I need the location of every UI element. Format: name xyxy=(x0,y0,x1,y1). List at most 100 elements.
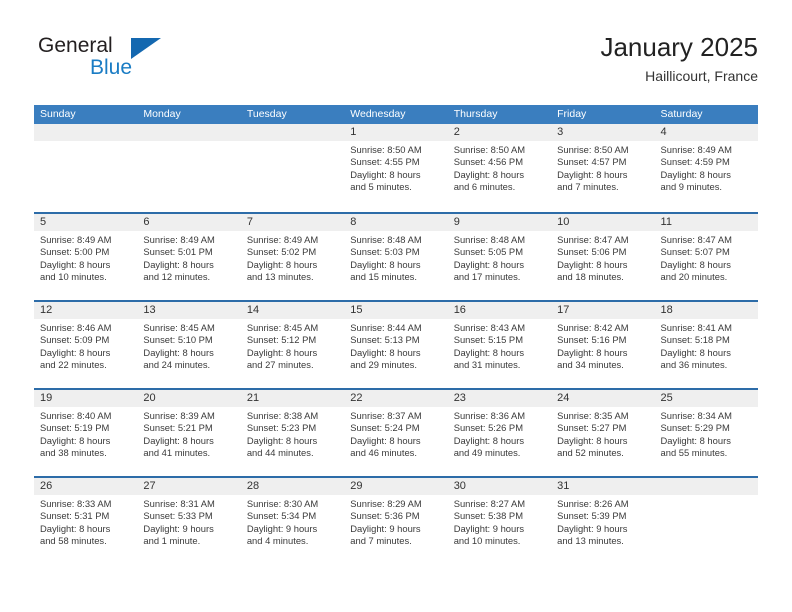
sunrise-text: Sunrise: 8:42 AM xyxy=(557,322,629,333)
day-number-band: 8 xyxy=(344,214,448,231)
day-number-band: 15 xyxy=(344,302,448,319)
day-number: 23 xyxy=(453,392,466,404)
day-cell-empty xyxy=(654,478,758,564)
week-row: 1 Sunrise: 8:50 AM Sunset: 4:55 PM Daylight… xyxy=(34,124,758,212)
day-cell-6[interactable]: 6 Sunrise: 8:49 AM Sunset: 5:01 PM Daylight… xyxy=(137,214,241,300)
day-number: 2 xyxy=(453,126,460,138)
daylight-text: Daylight: 8 hours xyxy=(453,258,525,270)
day-cell-empty xyxy=(137,124,241,212)
day-cell-9[interactable]: 9 Sunrise: 8:48 AM Sunset: 5:05 PM Daylight… xyxy=(447,214,552,300)
day-cell-31[interactable]: 31 Sunrise: 8:26 AM Sunset: 5:39 PM Dayligh… xyxy=(551,478,655,564)
day-number-band: 17 xyxy=(551,302,655,319)
day-cell-16[interactable]: 16 Sunrise: 8:43 AM Sunset: 5:15 PM Dayligh… xyxy=(447,302,552,388)
daylight-text-cont: and 46 minutes. xyxy=(350,447,417,459)
sunset-text: Sunset: 5:01 PM xyxy=(143,246,213,258)
day-number: 10 xyxy=(557,216,570,228)
day-cell-10[interactable]: 10 Sunrise: 8:47 AM Sunset: 5:06 PM Dayligh… xyxy=(551,214,655,300)
day-number-band: 14 xyxy=(240,302,345,319)
day-sun-info: Sunrise: 8:49 AM Sunset: 4:59 PM Daylight:… xyxy=(655,141,758,194)
sunset-text: Sunset: 5:02 PM xyxy=(246,246,317,258)
day-sun-info: Sunrise: 8:49 AM Sunset: 5:00 PM Daylight:… xyxy=(34,231,137,284)
daylight-text: Daylight: 8 hours xyxy=(40,258,111,270)
day-cell-11[interactable]: 11 Sunrise: 8:47 AM Sunset: 5:07 PM Dayligh… xyxy=(654,214,758,300)
day-cell-4[interactable]: 4 Sunrise: 8:49 AM Sunset: 4:59 PM Daylight… xyxy=(654,124,758,212)
day-cell-8[interactable]: 8 Sunrise: 8:48 AM Sunset: 5:03 PM Daylight… xyxy=(344,214,448,300)
sunset-text: Sunset: 5:36 PM xyxy=(350,510,420,522)
day-cell-29[interactable]: 29 Sunrise: 8:29 AM Sunset: 5:36 PM Dayligh… xyxy=(344,478,448,564)
sunset-text: Sunset: 5:38 PM xyxy=(453,510,523,522)
day-number-band: 9 xyxy=(447,214,552,231)
day-number: 27 xyxy=(143,480,156,492)
daylight-text-cont: and 6 minutes. xyxy=(453,181,516,193)
day-cell-24[interactable]: 24 Sunrise: 8:35 AM Sunset: 5:27 PM Dayligh… xyxy=(551,390,655,476)
day-cell-5[interactable]: 5 Sunrise: 8:49 AM Sunset: 5:00 PM Daylight… xyxy=(34,214,138,300)
daylight-text-cont: and 7 minutes. xyxy=(557,181,619,193)
daylight-text-cont: and 22 minutes. xyxy=(40,359,107,371)
day-number: 5 xyxy=(40,216,47,228)
day-number-band: 13 xyxy=(137,302,241,319)
daylight-text-cont: and 1 minute. xyxy=(143,535,201,547)
day-cell-23[interactable]: 23 Sunrise: 8:36 AM Sunset: 5:26 PM Dayligh… xyxy=(447,390,552,476)
daylight-text: Daylight: 8 hours xyxy=(143,434,214,446)
sunset-text: Sunset: 5:23 PM xyxy=(246,422,317,434)
week-row: 19 Sunrise: 8:40 AM Sunset: 5:19 PM Dayligh… xyxy=(34,388,758,476)
daylight-text: Daylight: 8 hours xyxy=(557,434,628,446)
day-number: 19 xyxy=(40,392,53,404)
daylight-text: Daylight: 8 hours xyxy=(246,434,318,446)
sunrise-text: Sunrise: 8:45 AM xyxy=(246,322,319,333)
day-cell-19[interactable]: 19 Sunrise: 8:40 AM Sunset: 5:19 PM Dayligh… xyxy=(34,390,138,476)
brand-logo[interactable]: General Blue xyxy=(34,34,254,90)
day-cell-7[interactable]: 7 Sunrise: 8:49 AM Sunset: 5:02 PM Daylight… xyxy=(240,214,345,300)
day-cell-17[interactable]: 17 Sunrise: 8:42 AM Sunset: 5:16 PM Dayligh… xyxy=(551,302,655,388)
day-sun-info: Sunrise: 8:50 AM Sunset: 4:56 PM Daylight:… xyxy=(448,141,551,194)
daylight-text-cont: and 55 minutes. xyxy=(660,447,728,459)
day-cell-3[interactable]: 3 Sunrise: 8:50 AM Sunset: 4:57 PM Daylight… xyxy=(551,124,655,212)
daylight-text: Daylight: 8 hours xyxy=(40,522,111,534)
daylight-text: Daylight: 8 hours xyxy=(246,346,318,358)
day-sun-info: Sunrise: 8:49 AM Sunset: 5:02 PM Daylight:… xyxy=(241,231,344,284)
day-cell-15[interactable]: 15 Sunrise: 8:44 AM Sunset: 5:13 PM Dayligh… xyxy=(344,302,448,388)
week-row: 26 Sunrise: 8:33 AM Sunset: 5:31 PM Dayligh… xyxy=(34,476,758,564)
sunrise-text: Sunrise: 8:47 AM xyxy=(660,234,732,245)
day-cell-13[interactable]: 13 Sunrise: 8:45 AM Sunset: 5:10 PM Dayligh… xyxy=(137,302,241,388)
day-number-band: 31 xyxy=(551,478,655,495)
day-number-band: 25 xyxy=(654,390,758,407)
sunrise-text: Sunrise: 8:50 AM xyxy=(453,144,526,155)
day-cell-22[interactable]: 22 Sunrise: 8:37 AM Sunset: 5:24 PM Dayligh… xyxy=(344,390,448,476)
day-cell-25[interactable]: 25 Sunrise: 8:34 AM Sunset: 5:29 PM Dayligh… xyxy=(654,390,758,476)
daylight-text-cont: and 17 minutes. xyxy=(453,271,521,283)
day-cell-1[interactable]: 1 Sunrise: 8:50 AM Sunset: 4:55 PM Daylight… xyxy=(344,124,448,212)
day-cell-empty xyxy=(240,124,345,212)
day-sun-info: Sunrise: 8:30 AM Sunset: 5:34 PM Daylight:… xyxy=(241,495,344,548)
day-number-band xyxy=(137,124,241,141)
day-cell-27[interactable]: 27 Sunrise: 8:31 AM Sunset: 5:33 PM Dayligh… xyxy=(137,478,241,564)
day-cell-18[interactable]: 18 Sunrise: 8:41 AM Sunset: 5:18 PM Dayligh… xyxy=(654,302,758,388)
day-cell-21[interactable]: 21 Sunrise: 8:38 AM Sunset: 5:23 PM Dayligh… xyxy=(240,390,345,476)
sunrise-text: Sunrise: 8:49 AM xyxy=(143,234,215,245)
day-cell-14[interactable]: 14 Sunrise: 8:45 AM Sunset: 5:12 PM Dayligh… xyxy=(240,302,345,388)
weekday-header-saturday: Saturday xyxy=(660,108,703,120)
day-number-band: 20 xyxy=(137,390,241,407)
day-cell-2[interactable]: 2 Sunrise: 8:50 AM Sunset: 4:56 PM Daylight… xyxy=(447,124,552,212)
day-sun-info: Sunrise: 8:34 AM Sunset: 5:29 PM Daylight:… xyxy=(655,407,758,460)
day-number: 15 xyxy=(350,304,363,316)
day-cell-26[interactable]: 26 Sunrise: 8:33 AM Sunset: 5:31 PM Dayligh… xyxy=(34,478,138,564)
day-cell-20[interactable]: 20 Sunrise: 8:39 AM Sunset: 5:21 PM Dayligh… xyxy=(137,390,241,476)
day-number: 9 xyxy=(453,216,460,228)
daylight-text-cont: and 13 minutes. xyxy=(246,271,314,283)
daylight-text: Daylight: 8 hours xyxy=(350,434,421,446)
day-cell-30[interactable]: 30 Sunrise: 8:27 AM Sunset: 5:38 PM Dayligh… xyxy=(447,478,552,564)
sunrise-text: Sunrise: 8:30 AM xyxy=(246,498,319,509)
daylight-text: Daylight: 8 hours xyxy=(660,168,731,180)
day-number: 11 xyxy=(660,216,672,228)
day-cell-28[interactable]: 28 Sunrise: 8:30 AM Sunset: 5:34 PM Dayligh… xyxy=(240,478,345,564)
sunrise-text: Sunrise: 8:29 AM xyxy=(350,498,422,509)
day-cell-12[interactable]: 12 Sunrise: 8:46 AM Sunset: 5:09 PM Dayligh… xyxy=(34,302,138,388)
day-sun-info: Sunrise: 8:41 AM Sunset: 5:18 PM Daylight:… xyxy=(655,319,758,372)
calendar-page: General Blue January 2025 Haillicourt, F… xyxy=(0,0,792,612)
day-number: 4 xyxy=(660,126,667,138)
sunset-text: Sunset: 4:59 PM xyxy=(660,156,730,168)
day-sun-info: Sunrise: 8:31 AM Sunset: 5:33 PM Daylight:… xyxy=(137,495,240,548)
daylight-text-cont: and 15 minutes. xyxy=(350,271,417,283)
daylight-text: Daylight: 8 hours xyxy=(453,168,525,180)
